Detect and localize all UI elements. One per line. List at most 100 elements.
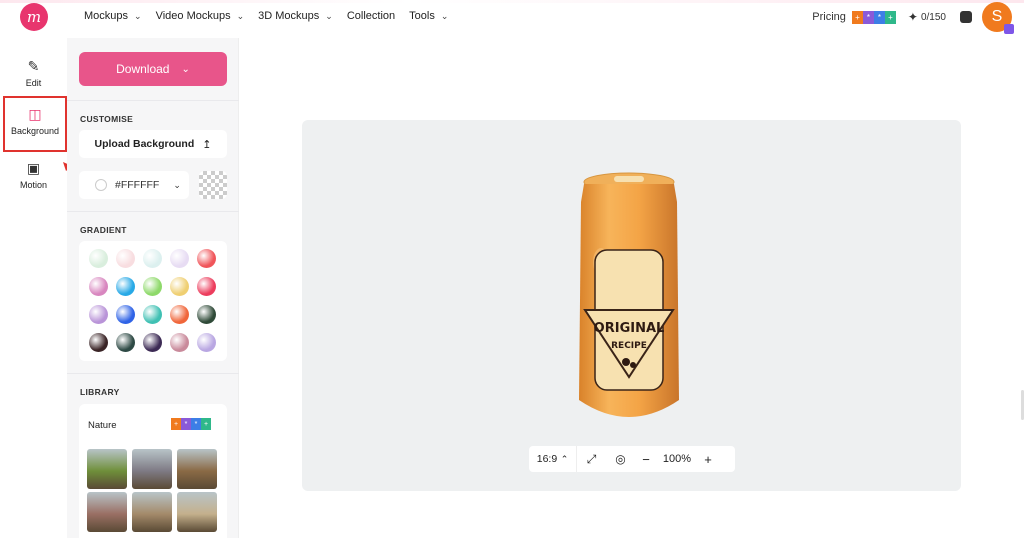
divider (67, 100, 239, 101)
gradient-title: GRADIENT (80, 225, 127, 235)
rail-label: Background (10, 126, 60, 136)
plan-badge-icon: * (181, 418, 191, 430)
gradient-swatch[interactable] (89, 333, 108, 352)
nav-video-mockups[interactable]: Video Mockups ⌄ (156, 10, 245, 22)
plan-badge-icon: * (862, 10, 874, 24)
nav-3d-mockups[interactable]: 3D Mockups ⌄ (258, 10, 333, 22)
background-panel: Download ⌄ CUSTOMISE Upload Background ↥… (67, 38, 239, 538)
chevron-down-icon: ⌄ (236, 10, 245, 21)
gradient-swatch[interactable] (170, 277, 189, 296)
gradient-swatch[interactable] (143, 277, 162, 296)
app-logo[interactable]: m (20, 3, 48, 31)
recenter-icon[interactable]: ◎ (606, 446, 635, 472)
gradient-swatch[interactable] (197, 277, 216, 296)
gradient-grid (89, 249, 217, 353)
mockup-canvas[interactable]: ORIGINAL RECIPE 16:9 ⌃ ⤢ ◎ − 100% + (302, 120, 961, 491)
top-navbar: m Mockups ⌄ Video Mockups ⌄ 3D Mockups ⌄ Co… (0, 0, 1024, 38)
left-rail: ✎ Edit ◫ Background ▣ Motion (0, 38, 67, 538)
library-thumbnail[interactable] (132, 449, 172, 489)
plan-badge-icon: * (191, 418, 201, 430)
library-title: LIBRARY (80, 387, 120, 397)
zoom-control: − 100% + (635, 452, 719, 467)
chevron-down-icon: ⌄ (134, 10, 142, 21)
plan-badge-icon: * (873, 10, 885, 24)
header-right: Pricing + * * + ✦ 0/150 S (812, 0, 1024, 34)
upload-background-button[interactable]: Upload Background ↥ (79, 130, 227, 158)
plan-badge-icon: + (201, 418, 211, 430)
aspect-ratio-select[interactable]: 16:9 ⌃ (529, 446, 577, 472)
upload-icon: ↥ (202, 138, 212, 151)
library-category-name: Nature (88, 420, 117, 431)
rail-item-motion[interactable]: ▣ Motion (0, 160, 67, 190)
can-label-text: ORIGINAL (594, 321, 665, 336)
nav-tools[interactable]: Tools ⌄ (409, 10, 448, 22)
gradient-swatch[interactable] (116, 305, 135, 324)
download-button[interactable]: Download ⌄ (79, 52, 227, 86)
can-mockup-image: ORIGINAL RECIPE (579, 172, 679, 417)
zoom-in-button[interactable]: + (697, 452, 719, 467)
divider (67, 211, 239, 212)
transparent-background-button[interactable] (199, 171, 227, 199)
library-section: Nature + * * + (79, 404, 227, 538)
rail-label: Edit (25, 78, 42, 88)
motion-icon: ▣ (26, 160, 41, 176)
gradient-swatch[interactable] (89, 277, 108, 296)
library-thumbnail[interactable] (87, 449, 127, 489)
zoom-level: 100% (662, 453, 692, 465)
nav-collection[interactable]: Collection (347, 10, 395, 22)
download-label: Download (116, 62, 170, 76)
gradient-swatch[interactable] (170, 305, 189, 324)
rail-label: Motion (19, 180, 47, 190)
can-label-subtext: RECIPE (611, 341, 647, 351)
chevron-up-icon: ⌃ (560, 453, 569, 464)
ai-credits[interactable]: ✦ 0/150 (908, 10, 946, 24)
gradient-swatches (79, 241, 227, 361)
chevron-down-icon: ⌄ (325, 10, 333, 21)
gradient-swatch[interactable] (116, 249, 135, 268)
gradient-swatch[interactable] (197, 249, 216, 268)
gradient-swatch[interactable] (197, 333, 216, 352)
gradient-swatch[interactable] (116, 333, 135, 352)
notification-icon[interactable] (960, 11, 972, 23)
pencil-icon: ✎ (27, 58, 40, 74)
chevron-down-icon: ⌄ (440, 10, 449, 21)
avatar-initial: S (991, 8, 1003, 25)
gradient-swatch[interactable] (143, 305, 162, 324)
zoom-out-button[interactable]: − (635, 452, 657, 467)
background-color-picker[interactable]: #FFFFFF ⌄ (79, 171, 189, 199)
gradient-swatch[interactable] (89, 249, 108, 268)
rail-item-edit[interactable]: ✎ Edit (0, 58, 67, 88)
background-icon: ◫ (28, 106, 42, 122)
gradient-swatch[interactable] (143, 249, 162, 268)
nav-label: Tools (409, 10, 435, 22)
nav-label: 3D Mockups (258, 10, 320, 22)
gradient-swatch[interactable] (170, 333, 189, 352)
chevron-down-icon: ⌄ (181, 63, 190, 75)
library-thumbnail[interactable] (132, 492, 172, 532)
gradient-swatch[interactable] (116, 277, 135, 296)
fullscreen-icon[interactable]: ⤢ (577, 446, 606, 472)
library-thumbnail[interactable] (177, 449, 217, 489)
nav-label: Mockups (84, 10, 129, 22)
premium-badge: + * * + (171, 418, 211, 430)
main-nav: Mockups ⌄ Video Mockups ⌄ 3D Mockups ⌄ Coll… (84, 10, 462, 22)
plan-badges[interactable]: + * * + (851, 10, 896, 24)
library-thumbnail[interactable] (177, 492, 217, 532)
gradient-swatch[interactable] (197, 305, 216, 324)
gradient-swatch[interactable] (143, 333, 162, 352)
pricing-link[interactable]: Pricing (812, 11, 846, 23)
nav-label: Video Mockups (155, 10, 231, 22)
plan-badge-icon: + (851, 10, 863, 24)
credits-count: 0/150 (920, 11, 946, 23)
library-thumbnail[interactable] (87, 492, 127, 532)
library-thumbnails (87, 449, 217, 532)
sparkle-icon: ✦ (907, 10, 918, 24)
gradient-swatch[interactable] (89, 305, 108, 324)
color-swatch (95, 179, 107, 191)
rail-item-background[interactable]: ◫ Background (3, 96, 67, 152)
user-avatar[interactable]: S (982, 2, 1014, 34)
nav-mockups[interactable]: Mockups ⌄ (84, 10, 142, 22)
chevron-down-icon: ⌄ (173, 179, 181, 190)
gradient-swatch[interactable] (170, 249, 189, 268)
customise-title: CUSTOMISE (80, 114, 134, 124)
